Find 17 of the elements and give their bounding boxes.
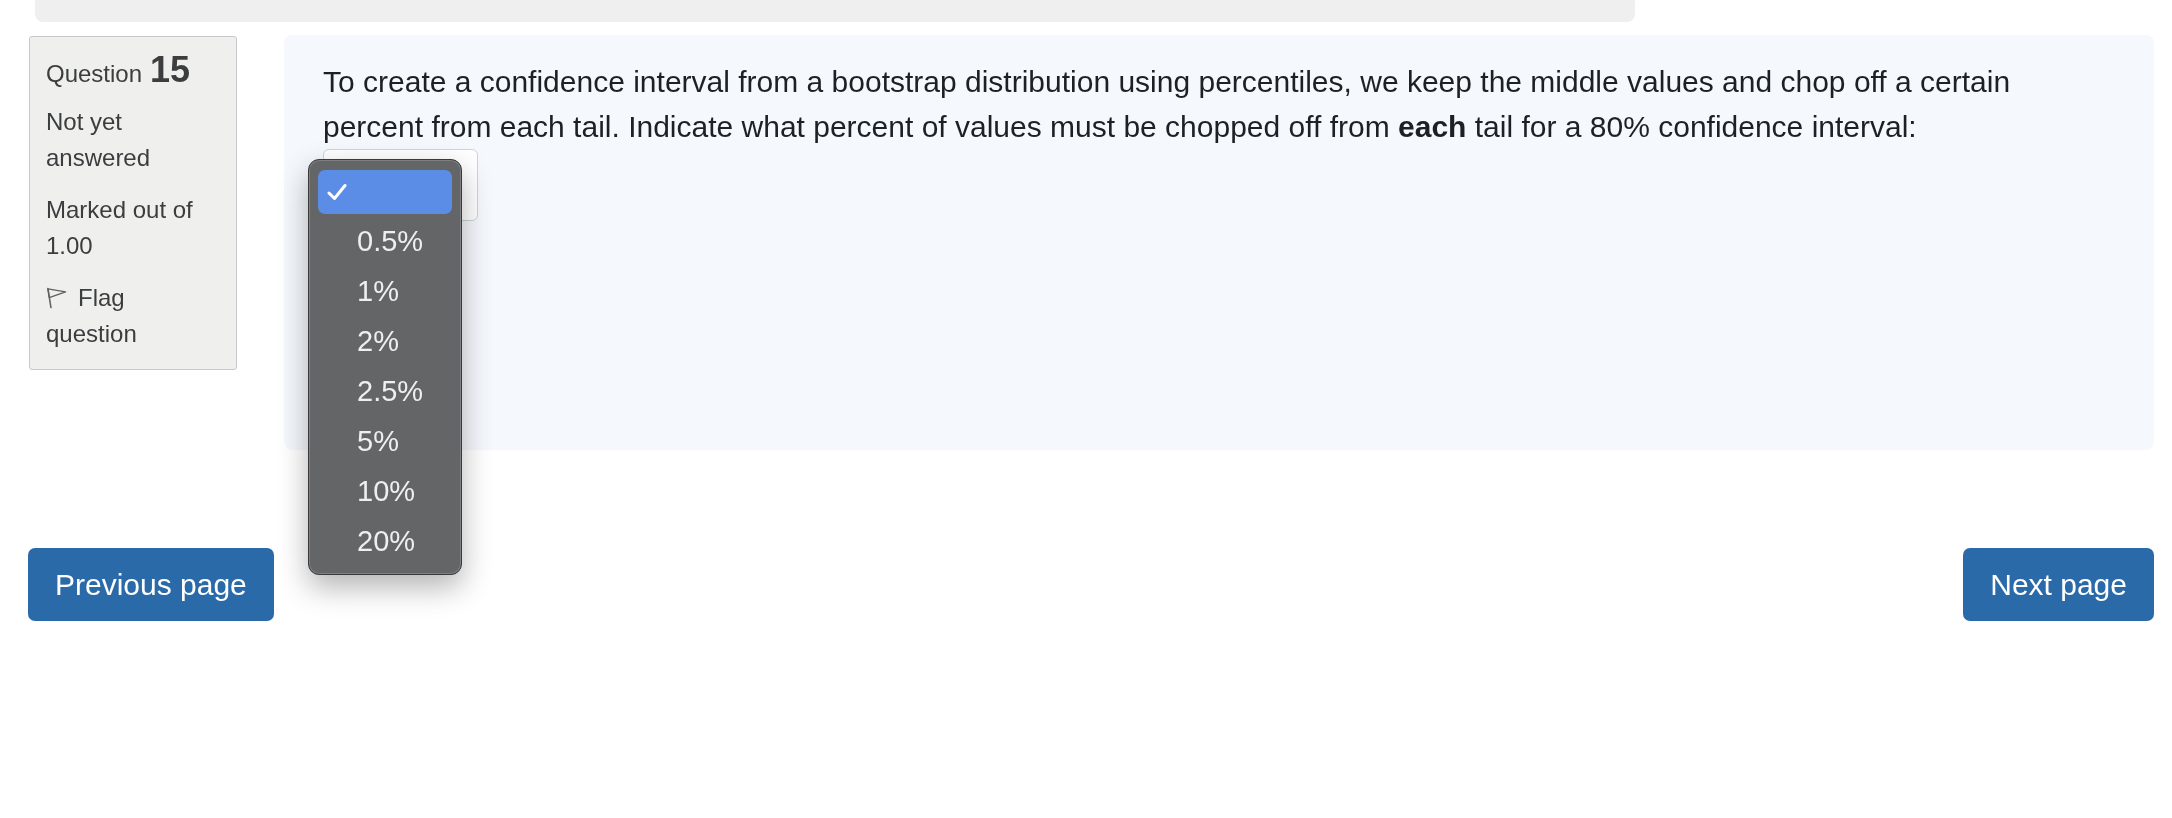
- dropdown-option[interactable]: 1%: [318, 270, 452, 314]
- dropdown-option[interactable]: 20%: [318, 520, 452, 564]
- dropdown-option[interactable]: [318, 170, 452, 214]
- dropdown-option[interactable]: 10%: [318, 470, 452, 514]
- checkmark-icon: [327, 183, 347, 201]
- question-number: 15: [150, 48, 191, 91]
- next-page-button[interactable]: Next page: [1963, 548, 2154, 621]
- question-label: Question: [46, 59, 143, 89]
- dropdown-option[interactable]: 2.5%: [318, 370, 452, 414]
- dropdown-option[interactable]: 2%: [318, 320, 452, 364]
- question-status: Not yet answered: [46, 107, 152, 173]
- question-grade: Marked out of 1.00: [46, 195, 194, 261]
- previous-page-button[interactable]: Previous page: [28, 548, 274, 621]
- flag-question-button[interactable]: Flag question: [46, 280, 212, 352]
- dropdown-option[interactable]: 0.5%: [318, 220, 452, 264]
- dropdown-option[interactable]: 5%: [318, 420, 452, 464]
- question-text: To create a confidence interval from a bootstrap distribution using percentiles, we keep the middle values and chop off a certain percent from each tail. Indicate what percent of values must be chopped off from each tail for a 80% confidence interval:: [323, 64, 2012, 145]
